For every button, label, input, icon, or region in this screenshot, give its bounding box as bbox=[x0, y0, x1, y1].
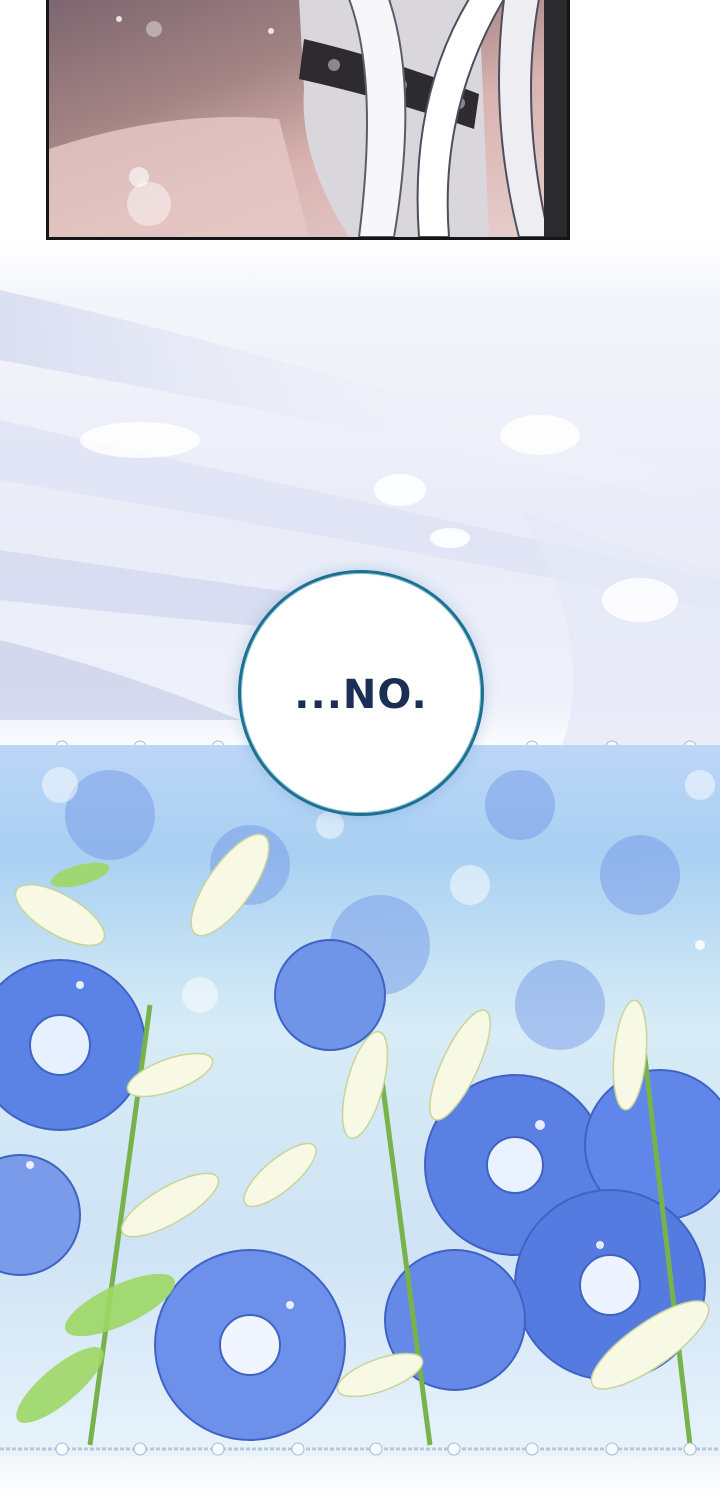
comic-page: ...NO. bbox=[0, 0, 720, 1500]
speech-bubble-text: ...NO. bbox=[294, 672, 428, 718]
bottom-strip bbox=[0, 1456, 720, 1500]
lace-border-bottom bbox=[0, 1442, 720, 1456]
comic-panel-character-closeup bbox=[46, 0, 570, 240]
morning-glory-flowers bbox=[0, 767, 720, 1446]
flower-field-artwork bbox=[0, 745, 720, 1457]
character-artwork bbox=[49, 0, 567, 237]
speech-bubble: ...NO. bbox=[238, 570, 484, 816]
